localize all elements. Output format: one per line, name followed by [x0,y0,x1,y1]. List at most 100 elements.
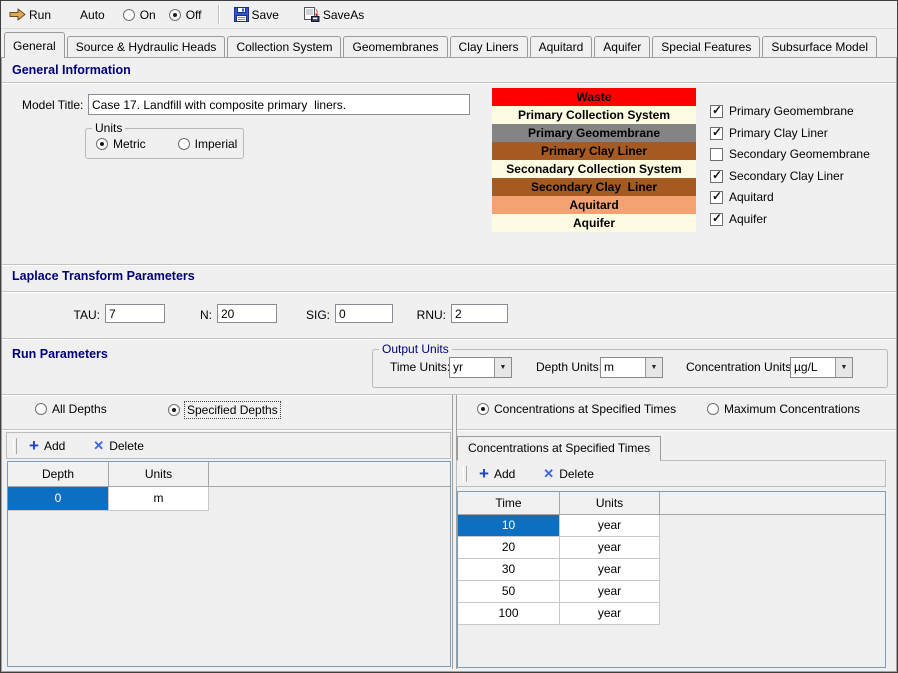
metric-radio[interactable]: Metric [96,137,146,151]
all-depths-radio-label: All Depths [52,402,107,416]
sig-input[interactable] [335,304,393,323]
n-label: N: [200,308,212,322]
auto-on-radio[interactable]: On [122,8,156,22]
table-row[interactable]: 10 year [458,515,885,537]
units-cell[interactable]: year [560,603,660,625]
tau-input[interactable] [105,304,165,323]
time-cell[interactable]: 50 [458,581,560,603]
depth-table: Depth Units 0 m [7,461,451,667]
plus-icon: + [29,435,39,455]
depth-cell[interactable]: 0 [8,487,109,511]
time-cell[interactable]: 10 [458,515,560,537]
save-button[interactable]: Save [233,7,279,22]
separator-line [2,82,896,83]
checkbox-box[interactable] [710,189,723,204]
checkbox-box[interactable] [710,211,723,226]
table-row[interactable]: 20 year [458,537,885,559]
tab-aquifer[interactable]: Aquifer [594,36,651,57]
concentrations-specified-times-radio-label: Concentrations at Specified Times [494,402,677,416]
chevron-down-icon[interactable]: ▼ [835,358,852,377]
metric-radio-circle[interactable] [96,138,108,150]
checkbox-aquitard[interactable]: Aquitard [710,189,774,204]
checkbox-box[interactable] [710,147,723,161]
times-delete-button[interactable]: ✕ Delete [543,467,594,481]
checkbox-box[interactable] [710,103,723,118]
units-cell[interactable]: year [560,537,660,559]
auto-on-radio-circle[interactable] [122,8,135,21]
tab-geomembranes[interactable]: Geomembranes [343,36,448,57]
auto-off-radio-circle[interactable] [168,8,181,21]
auto-off-radio[interactable]: Off [168,8,202,22]
run-button[interactable]: Run [9,8,51,22]
maximum-concentrations-radio-label: Maximum Concentrations [724,402,861,416]
checkbox-box[interactable] [710,125,723,140]
depth-table-header: Depth Units [8,462,450,487]
main-tabbar: General Source & Hydraulic Heads Collect… [1,29,897,58]
maximum-concentrations-radio-circle[interactable] [707,403,719,415]
tab-clay-liners[interactable]: Clay Liners [449,36,528,57]
times-tab[interactable]: Concentrations at Specified Times [457,436,662,461]
chevron-down-icon[interactable]: ▼ [494,358,511,377]
checkbox-aquifer[interactable]: Aquifer [710,211,767,226]
checkbox-box[interactable] [710,168,723,183]
row-filler [660,537,885,559]
imperial-radio-circle[interactable] [177,138,190,150]
laplace-title: Laplace Transform Parameters [12,269,195,283]
units-column-header[interactable]: Units [560,492,660,515]
tab-general[interactable]: General [4,32,65,58]
layer-primary-geomembrane: Primary Geomembrane [492,124,696,142]
units-column-header[interactable]: Units [109,462,209,487]
row-filler [660,603,885,625]
saveas-floppy-arrow-icon [303,7,320,22]
concentration-units-combo[interactable]: µg/L ▼ [790,357,853,378]
table-row[interactable]: 50 year [458,581,885,603]
depth-column-header[interactable]: Depth [8,462,109,487]
time-cell[interactable]: 20 [458,537,560,559]
saveas-button[interactable]: SaveAs [303,7,364,22]
main-toolbar: Run Auto On Off Save SaveAs [1,1,897,29]
concentrations-specified-times-radio-circle[interactable] [477,403,489,415]
depth-delete-button[interactable]: ✕ Delete [93,439,144,453]
layer-primary-clay-liner: Primary Clay Liner [492,142,696,160]
table-row[interactable]: 100 year [458,603,885,625]
time-cell[interactable]: 30 [458,559,560,581]
tab-collection-system[interactable]: Collection System [227,36,342,57]
toolbar-grip [463,465,467,482]
auto-label: Auto [80,7,105,22]
separator-line [2,264,896,265]
time-units-combo[interactable]: yr ▼ [449,357,512,378]
units-cell[interactable]: m [109,487,209,511]
layer-secondary-clay-liner: Secondary Clay Liner [492,178,696,196]
checkbox-primary-clay-liner[interactable]: Primary Clay Liner [710,125,828,140]
checkbox-secondary-clay-liner[interactable]: Secondary Clay Liner [710,168,844,183]
time-cell[interactable]: 100 [458,603,560,625]
all-depths-radio[interactable]: All Depths [35,402,107,416]
chevron-down-icon[interactable]: ▼ [645,358,662,377]
checkbox-secondary-geomembrane[interactable]: Secondary Geomembrane [710,147,870,161]
units-cell[interactable]: year [560,559,660,581]
time-column-header[interactable]: Time [458,492,560,515]
units-cell[interactable]: year [560,515,660,537]
n-input[interactable] [217,304,277,323]
depth-add-button[interactable]: + Add [29,435,65,455]
depth-units-combo[interactable]: m ▼ [600,357,663,378]
tab-source-hydraulic-heads[interactable]: Source & Hydraulic Heads [66,36,226,57]
rnu-input[interactable] [451,304,508,323]
checkbox-primary-geomembrane[interactable]: Primary Geomembrane [710,103,854,118]
maximum-concentrations-radio[interactable]: Maximum Concentrations [707,402,860,416]
tab-special-features[interactable]: Special Features [652,36,761,57]
specified-depths-radio-circle[interactable] [168,404,180,416]
concentrations-specified-times-radio[interactable]: Concentrations at Specified Times [477,402,676,416]
units-cell[interactable]: year [560,581,660,603]
tab-aquitard[interactable]: Aquitard [529,36,593,57]
tab-subsurface-model[interactable]: Subsurface Model [762,36,878,57]
table-row[interactable]: 0 m [8,487,450,511]
all-depths-radio-circle[interactable] [35,403,47,415]
model-title-input[interactable] [88,94,470,115]
app-window: Run Auto On Off Save SaveAs General Sour… [0,0,898,673]
table-row[interactable]: 30 year [458,559,885,581]
imperial-radio[interactable]: Imperial [177,137,237,151]
save-floppy-icon [233,7,249,22]
times-add-button[interactable]: + Add [479,465,515,482]
specified-depths-radio[interactable]: Specified Depths [168,401,281,419]
